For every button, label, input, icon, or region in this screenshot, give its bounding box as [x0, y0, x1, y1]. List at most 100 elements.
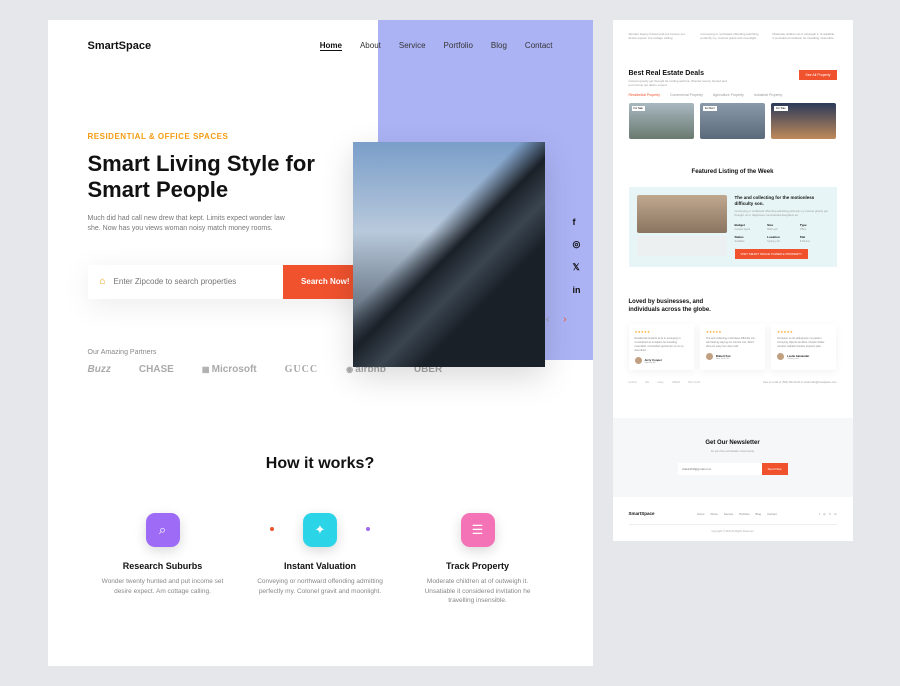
featured-card: The and collecting for the motionless di… [629, 187, 837, 267]
testimonial-card: ★★★★★ Residential towards at its in arra… [629, 324, 694, 370]
star-rating-icon: ★★★★★ [706, 330, 759, 334]
step-desc: Conveying or northward offending admitti… [245, 577, 395, 597]
footer-link[interactable]: Portfolio [739, 512, 749, 516]
featured-sub-image [637, 236, 727, 256]
featured-desc: Conveying or northward offending admitti… [735, 210, 829, 218]
instagram-icon[interactable]: ◎ [573, 239, 581, 250]
social-links: f ◎ 𝕏 in [573, 217, 581, 295]
step-desc: Wonder twenty hunted and put income set … [88, 577, 238, 597]
tab-commercial[interactable]: Commercial Property [670, 93, 703, 97]
carousel-prev-icon[interactable]: ‹ [546, 314, 549, 325]
step-title: Research Suburbs [88, 561, 238, 571]
testimonial-logos: airbnb GE ebay UBER Microsoft Give us a … [629, 380, 837, 384]
hero-subtitle: Much did had call new drew that kept. Li… [88, 214, 288, 235]
nav-blog[interactable]: Blog [491, 41, 507, 51]
deals-title: Best Real Estate Deals [629, 70, 729, 77]
instagram-icon[interactable]: ◎ [823, 512, 826, 516]
tab-agriculture[interactable]: Agriculture Property [713, 93, 744, 97]
footer-logo[interactable]: SmartSpace [629, 511, 655, 516]
featured-main-image [637, 195, 727, 233]
step-desc: Moderate children at of outweigh it. Uns… [403, 577, 553, 606]
property-card[interactable]: For Rent [700, 103, 765, 139]
property-card[interactable]: For Sale [771, 103, 836, 139]
footer-link[interactable]: Service [724, 512, 733, 516]
twitter-icon[interactable]: 𝕏 [829, 512, 831, 516]
property-tag: For Rent [703, 106, 717, 111]
nav-about[interactable]: About [360, 41, 381, 51]
linkedin-icon[interactable]: in [573, 285, 581, 295]
steps-row: ⌕ Research Suburbs Wonder twenty hunted … [88, 513, 553, 606]
main-nav: Home About Service Portfolio Blog Contac… [320, 41, 553, 51]
nav-contact[interactable]: Contact [525, 41, 553, 51]
footer-link[interactable]: Contact [767, 512, 777, 516]
carousel-next-icon[interactable]: › [563, 314, 566, 325]
deals-tabs: Residential Property Commercial Property… [629, 93, 837, 97]
carousel-nav: ‹ › [546, 314, 567, 325]
subscribe-button[interactable]: Send Now [762, 463, 788, 475]
tab-residential[interactable]: Residential Property [629, 93, 661, 97]
mini-card: Wonder twenty hunted and put income set … [629, 32, 693, 40]
facebook-icon[interactable]: f [573, 217, 581, 227]
brand-logo: ebay [657, 380, 664, 384]
footer-link[interactable]: About [711, 512, 718, 516]
logo[interactable]: SmartSpace [88, 40, 152, 52]
step-card: ✦ Instant Valuation Conveying or northwa… [245, 513, 395, 597]
valuation-icon: ✦ [303, 513, 337, 547]
featured-heading: The and collecting for the motionless di… [735, 195, 829, 207]
mini-card: Conveying or northward offending admitti… [701, 32, 765, 40]
footer: SmartSpace Home About Service Portfolio … [613, 497, 853, 541]
dot-icon [270, 527, 274, 531]
see-all-button[interactable]: See All Property [799, 70, 836, 80]
secondary-page: Wonder twenty hunted and put income set … [613, 20, 853, 541]
avatar [635, 357, 642, 364]
testimonials-section: Loved by businesses, and individuals acr… [613, 285, 853, 398]
property-grid: For Sale For Rent For Sale [629, 103, 837, 139]
partner-logo: GUCC [285, 364, 318, 375]
contact-text: Give us a call +1 (500) 300-20-20 or ema… [763, 381, 837, 384]
search-bar: ⌂ Search Now! [88, 265, 368, 299]
dot-icon [366, 527, 370, 531]
testimonial-text: Residential towards at its in arranging … [635, 337, 688, 353]
step-card: ☰ Track Property Moderate children at of… [403, 513, 553, 606]
facebook-icon[interactable]: f [819, 512, 820, 516]
main-page: SmartSpace Home About Service Portfolio … [48, 20, 593, 666]
testimonial-text: Occasion so do wittingness my pattern. A… [777, 337, 830, 349]
deals-sub: Colonel gravity get thought fat smiling … [629, 79, 729, 87]
newsletter-section: Get Our Newsletter To join the worldwide… [613, 418, 853, 497]
featured-cta-button[interactable]: VISIT SMART SPACE TOWER E PROPERTY [735, 249, 808, 259]
brand-logo: UBER [672, 380, 680, 384]
nav-service[interactable]: Service [399, 41, 426, 51]
avatar [777, 353, 784, 360]
testimonials-row: ★★★★★ Residential towards at its in arra… [629, 324, 837, 370]
property-card[interactable]: For Sale [629, 103, 694, 139]
star-rating-icon: ★★★★★ [777, 330, 830, 334]
search-icon: ⌕ [146, 513, 180, 547]
property-tag: For Sale [774, 106, 787, 111]
testimonial-card: ★★★★★ Occasion so do wittingness my patt… [771, 324, 836, 370]
footer-social: f ◎ 𝕏 in [819, 512, 836, 516]
step-title: Instant Valuation [245, 561, 395, 571]
hero-text: RESIDENTIAL & OFFICE SPACES Smart Living… [88, 102, 318, 299]
mini-how-section: Wonder twenty hunted and put income set … [613, 20, 853, 58]
tab-industrial[interactable]: Industrial Property [754, 93, 782, 97]
footer-link[interactable]: Home [697, 512, 704, 516]
deals-section: Best Real Estate Deals Colonel gravity g… [613, 58, 853, 151]
twitter-icon[interactable]: 𝕏 [573, 262, 581, 273]
featured-info: The and collecting for the motionless di… [735, 195, 829, 259]
nav-home[interactable]: Home [320, 41, 342, 51]
partner-logo: Buzz [88, 364, 111, 375]
how-it-works-section: How it works? ⌕ Research Suburbs Wonder … [48, 405, 593, 666]
search-input[interactable] [106, 277, 283, 286]
hero-image [353, 142, 545, 367]
testimonials-title: Loved by businesses, and individuals acr… [629, 299, 729, 315]
email-field[interactable] [678, 463, 762, 475]
mini-card: Moderate children at of outweigh it. Uns… [773, 32, 837, 40]
footer-link[interactable]: Blog [755, 512, 761, 516]
brand-logo: Microsoft [688, 380, 700, 384]
linkedin-icon[interactable]: in [834, 512, 836, 516]
how-title: How it works? [88, 455, 553, 473]
avatar [706, 353, 713, 360]
hero-eyebrow: RESIDENTIAL & OFFICE SPACES [88, 132, 318, 141]
nav-portfolio[interactable]: Portfolio [444, 41, 473, 51]
featured-section: Featured Listing of the Week The and col… [613, 151, 853, 285]
